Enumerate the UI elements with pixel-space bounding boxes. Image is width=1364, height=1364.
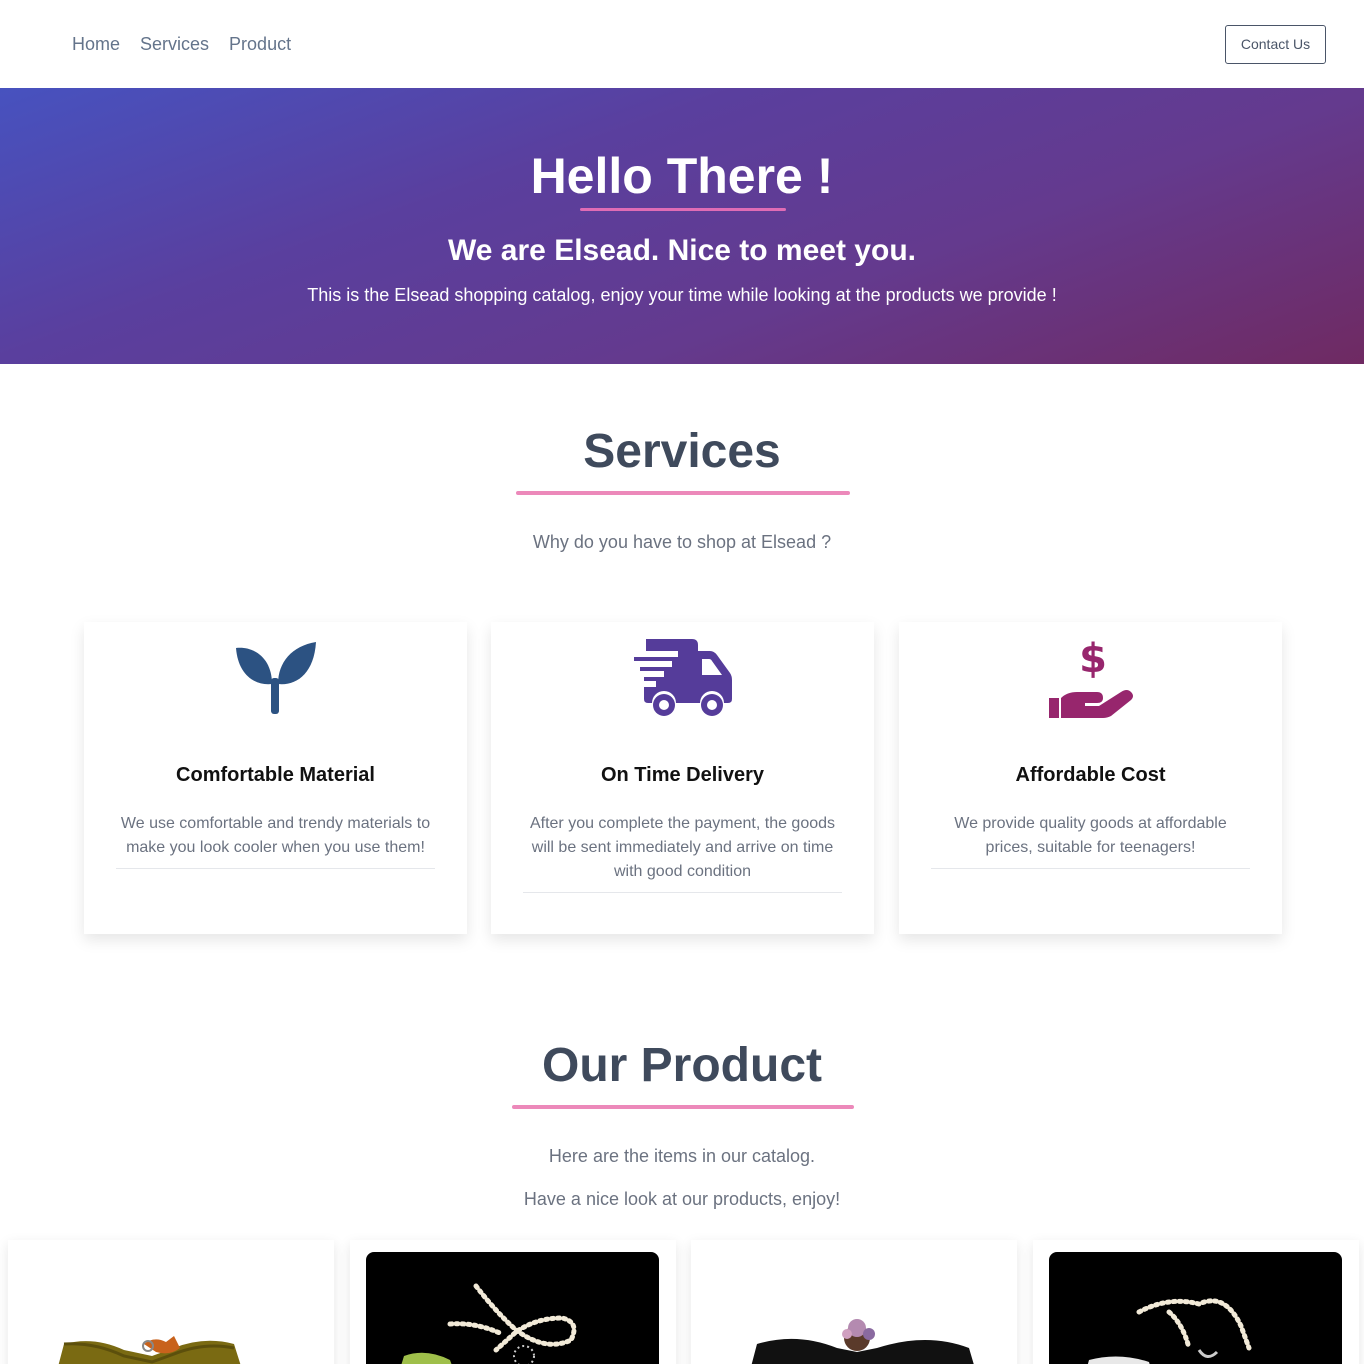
nav-product-link[interactable]: Product [229,32,291,56]
product-card[interactable] [8,1240,334,1364]
services-title: Services [583,425,781,478]
services-underline [516,491,850,495]
product-image [707,1252,1000,1364]
hero-underline [580,208,786,211]
product-image [24,1252,317,1364]
product-card[interactable] [350,1240,676,1364]
hero-banner: Hello There ! We are Elsead. Nice to mee… [0,88,1364,364]
truck-fast-icon [491,636,874,720]
service-card-text: After you complete the payment, the good… [523,812,842,893]
service-card-text: We use comfortable and trendy materials … [116,812,435,869]
nav-links: Home Services Product [72,32,291,56]
services-subtitle: Why do you have to shop at Elsead ? [532,532,832,552]
service-card-title: On Time Delivery [600,764,765,786]
product-text-1: Here are the items in our catalog. [548,1146,816,1166]
product-text-2: Have a nice look at our products, enjoy! [523,1189,841,1209]
svg-text:$: $ [1079,636,1107,682]
product-card[interactable] [1033,1240,1359,1364]
service-card-cost: $ Affordable Cost We provide quality goo… [899,622,1282,934]
hero-subtitle: We are Elsead. Nice to meet you. [448,234,916,267]
hero-description: This is the Elsead shopping catalog, enj… [307,285,1057,305]
service-card-text: We provide quality goods at affordable p… [931,812,1250,869]
service-card-delivery: On Time Delivery After you complete the … [491,622,874,934]
navbar: Home Services Product Contact Us [0,0,1364,88]
service-card-title: Affordable Cost [1015,764,1166,786]
contact-us-button[interactable]: Contact Us [1225,25,1326,64]
service-card-material: Comfortable Material We use comfortable … [84,622,467,934]
hero-title: Hello There ! [530,148,834,204]
seedling-icon [84,636,467,720]
service-card-title: Comfortable Material [176,764,375,786]
nav-services-link[interactable]: Services [140,32,209,56]
product-image [1049,1252,1342,1364]
product-title: Our Product [541,1039,822,1092]
product-underline [512,1105,854,1109]
nav-home-link[interactable]: Home [72,32,120,56]
product-card[interactable] [691,1240,1017,1364]
product-image [366,1252,659,1364]
hand-dollar-icon: $ [899,636,1282,720]
